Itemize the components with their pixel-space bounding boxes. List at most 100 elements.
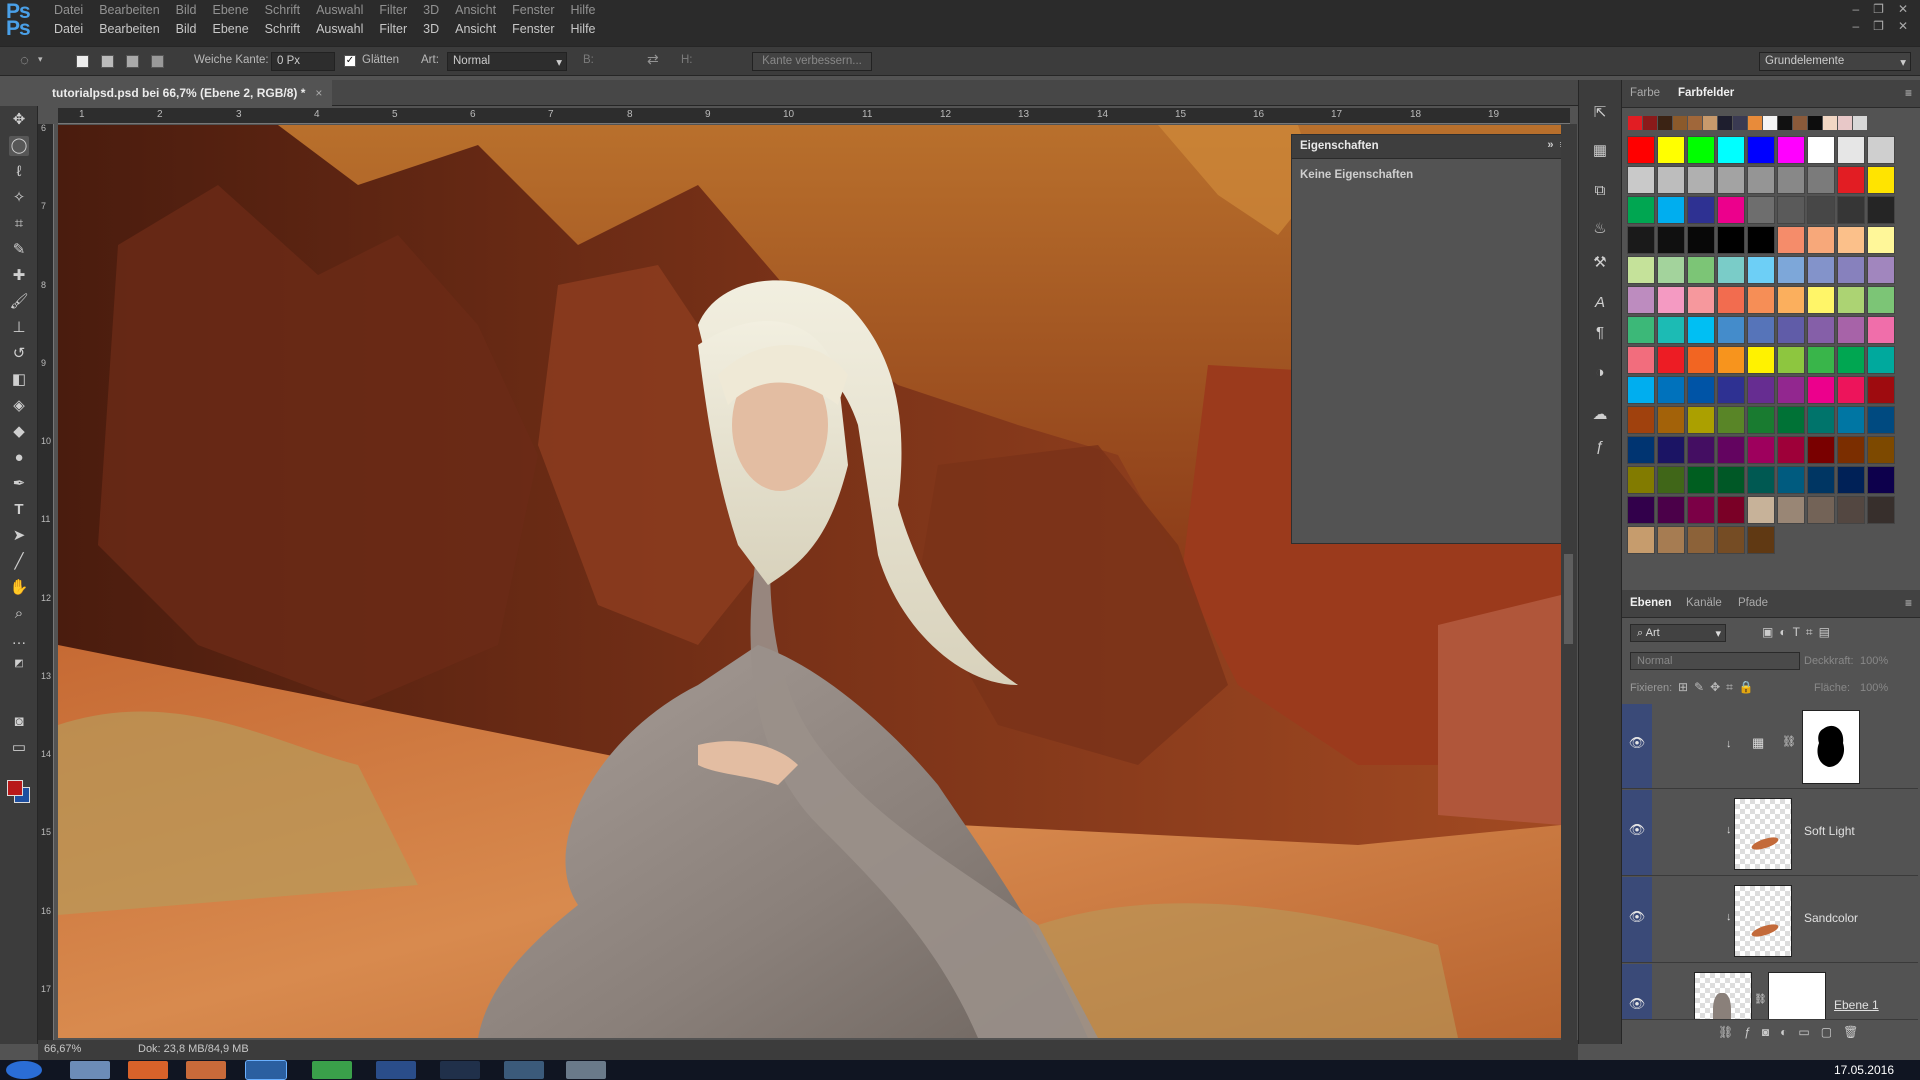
document-tab[interactable]: tutorialpsd.psd bei 66,7% (Ebene 2, RGB/… [42, 80, 333, 106]
swatch[interactable] [1867, 196, 1895, 224]
layer-thumbnail[interactable] [1694, 972, 1752, 1019]
layer-row[interactable]: 👁 ↓ Soft Light [1622, 790, 1918, 876]
swatch[interactable] [1747, 286, 1775, 314]
swatch[interactable] [1687, 316, 1715, 344]
swatch[interactable] [1853, 116, 1867, 130]
swatch[interactable] [1747, 376, 1775, 404]
menu-item-ebene[interactable]: Ebene [205, 22, 257, 36]
swatch[interactable] [1657, 256, 1685, 284]
swatch[interactable] [1747, 436, 1775, 464]
eyedropper-tool-icon[interactable]: ✎ [9, 240, 29, 260]
swatch[interactable] [1837, 346, 1865, 374]
swatch[interactable] [1657, 286, 1685, 314]
swatch[interactable] [1657, 226, 1685, 254]
swatch[interactable] [1717, 496, 1745, 524]
swatch[interactable] [1717, 166, 1745, 194]
app-icon[interactable] [376, 1061, 416, 1079]
swatch[interactable] [1717, 436, 1745, 464]
swatch[interactable] [1837, 286, 1865, 314]
add-selection-icon[interactable] [101, 55, 114, 68]
swatch[interactable] [1747, 136, 1775, 164]
healing-brush-tool-icon[interactable]: ✚ [9, 266, 29, 286]
start-icon[interactable] [6, 1061, 42, 1079]
blur-tool-icon[interactable]: ◆ [9, 422, 29, 442]
swatch[interactable] [1657, 316, 1685, 344]
tab-layers[interactable]: Ebenen [1630, 597, 1672, 609]
chevron-down-icon[interactable]: ▾ [38, 54, 43, 65]
menu-item-auswahl[interactable]: Auswahl [308, 22, 371, 36]
lock-icons[interactable]: ⊞✎✥⌗🔒 [1678, 680, 1760, 695]
menu-item-bild[interactable]: Bild [168, 22, 205, 36]
blend-mode-select[interactable]: Normal [1630, 652, 1800, 670]
close-icon[interactable]: × [315, 86, 322, 100]
swatch[interactable] [1807, 346, 1835, 374]
soft-edge-input[interactable]: 0 Px [271, 52, 335, 71]
clone-stamp-tool-icon[interactable]: ⊥ [9, 318, 29, 338]
swatch[interactable] [1718, 116, 1732, 130]
swatch[interactable] [1807, 436, 1835, 464]
swatch[interactable] [1657, 526, 1685, 554]
styles-icon[interactable]: ƒ [1589, 436, 1611, 458]
libraries-icon[interactable]: ☁ [1589, 404, 1611, 426]
swatch[interactable] [1717, 316, 1745, 344]
swatch[interactable] [1673, 116, 1687, 130]
swatch[interactable] [1777, 316, 1805, 344]
swatch[interactable] [1687, 136, 1715, 164]
swatch[interactable] [1777, 496, 1805, 524]
scroll-thumb[interactable] [1564, 554, 1573, 644]
swatch[interactable] [1657, 376, 1685, 404]
swatch[interactable] [1807, 166, 1835, 194]
restore-icon[interactable]: ❐ [1873, 19, 1884, 33]
swatch[interactable] [1627, 166, 1655, 194]
swatch[interactable] [1687, 406, 1715, 434]
swatch[interactable] [1837, 436, 1865, 464]
swatch[interactable] [1687, 526, 1715, 554]
close-icon[interactable]: ✕ [1898, 19, 1908, 33]
swatch[interactable] [1777, 436, 1805, 464]
swatch[interactable] [1657, 466, 1685, 494]
swatch[interactable] [1717, 136, 1745, 164]
new-selection-icon[interactable] [76, 55, 89, 68]
swatch[interactable] [1687, 496, 1715, 524]
swatch[interactable] [1747, 346, 1775, 374]
swatch[interactable] [1777, 466, 1805, 494]
swatch[interactable] [1837, 256, 1865, 284]
menu-item-filter[interactable]: Filter [371, 22, 415, 36]
swatch[interactable] [1807, 376, 1835, 404]
swatch[interactable] [1657, 166, 1685, 194]
swatch[interactable] [1657, 436, 1685, 464]
swatch[interactable] [1747, 316, 1775, 344]
eye-icon[interactable]: 👁 [1622, 790, 1652, 875]
swatch[interactable] [1657, 196, 1685, 224]
swatch[interactable] [1838, 116, 1852, 130]
swatch[interactable] [1867, 226, 1895, 254]
swatch[interactable] [1628, 116, 1642, 130]
paragraph-icon[interactable]: ¶ [1589, 322, 1611, 344]
swatch[interactable] [1867, 406, 1895, 434]
swatch[interactable] [1867, 346, 1895, 374]
clone-source-icon[interactable]: ⧉ [1589, 180, 1611, 202]
swatch[interactable] [1747, 526, 1775, 554]
app-icon[interactable] [504, 1061, 544, 1079]
swatch[interactable] [1717, 286, 1745, 314]
brush-tool-icon[interactable]: 🖌 [9, 292, 29, 312]
swatch[interactable] [1687, 346, 1715, 374]
quick-mask-icon[interactable]: ◙ [9, 712, 29, 732]
menu-item-hilfe[interactable]: Hilfe [563, 22, 604, 36]
firefox-icon[interactable] [128, 1061, 168, 1079]
swatch[interactable] [1867, 316, 1895, 344]
eye-icon[interactable]: 👁 [1622, 877, 1652, 962]
layer-filter-icons[interactable]: ▣◐T⌗▤ [1762, 625, 1836, 640]
swatch[interactable] [1867, 496, 1895, 524]
menu-item-datei[interactable]: Datei [46, 22, 91, 36]
swatch[interactable] [1687, 256, 1715, 284]
swatch[interactable] [1747, 196, 1775, 224]
app-icon[interactable] [186, 1061, 226, 1079]
eraser-tool-icon[interactable]: ◧ [9, 370, 29, 390]
swatch[interactable] [1808, 116, 1822, 130]
link-icon[interactable]: ⛓ [1782, 735, 1796, 748]
chrome-icon[interactable] [312, 1061, 352, 1079]
intersect-selection-icon[interactable] [151, 55, 164, 68]
menu-item-3d[interactable]: 3D [415, 22, 447, 36]
swatch[interactable] [1837, 196, 1865, 224]
